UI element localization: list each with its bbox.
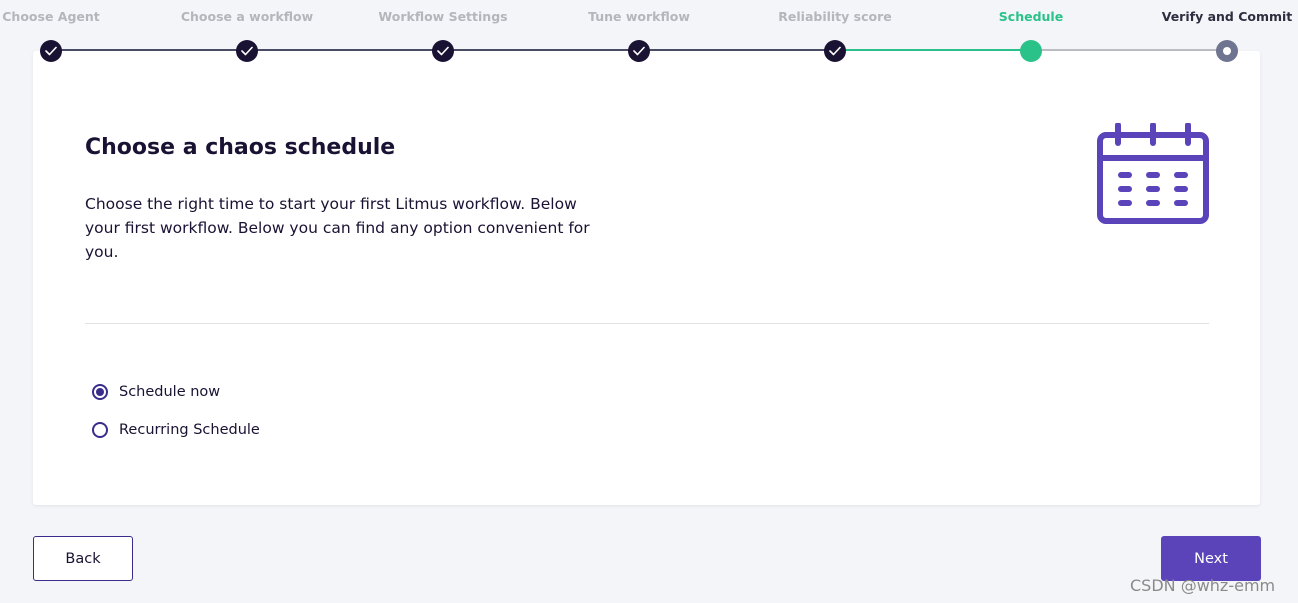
step-label-choose-workflow: Choose a workflow — [180, 9, 314, 24]
page-title: Choose a chaos schedule — [85, 135, 396, 160]
step-label-reliability-score: Reliability score — [778, 9, 892, 24]
radio-option-schedule-now[interactable]: Schedule now — [92, 384, 220, 400]
schedule-card: Choose a chaos schedule Choose the right… — [33, 51, 1260, 505]
step-label-workflow-settings: Workflow Settings — [378, 9, 508, 24]
step-label-verify-commit: Verify and Commit — [1161, 9, 1293, 24]
radio-selected-dot-icon — [96, 388, 104, 396]
watermark: CSDN @whz-emm — [1130, 576, 1276, 595]
page-description: Choose the right time to start your firs… — [85, 195, 590, 261]
step-label-tune-workflow: Tune workflow — [588, 9, 690, 24]
radio-option-recurring-schedule[interactable]: Recurring Schedule — [92, 422, 260, 438]
radio-label: Schedule now — [119, 384, 221, 400]
step-label-choose-agent: Choose Agent — [2, 9, 100, 24]
radio-button[interactable] — [92, 422, 108, 438]
step-done-check-icon — [40, 40, 62, 62]
step-label-schedule: Schedule — [998, 9, 1064, 24]
step-active-dot-icon — [1020, 40, 1042, 62]
step-done-check-icon — [236, 40, 258, 62]
calendar-icon — [1096, 122, 1210, 229]
step-done-check-icon — [628, 40, 650, 62]
step-done-check-icon — [824, 40, 846, 62]
radio-label: Recurring Schedule — [119, 422, 260, 438]
section-divider — [85, 323, 1209, 324]
next-button[interactable]: Next — [1161, 536, 1261, 581]
step-pending-dot-icon — [1216, 40, 1238, 62]
radio-button[interactable] — [92, 384, 108, 400]
step-done-check-icon — [432, 40, 454, 62]
back-button[interactable]: Back — [33, 536, 133, 581]
